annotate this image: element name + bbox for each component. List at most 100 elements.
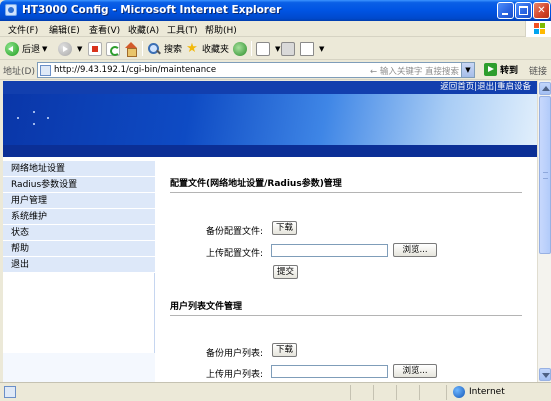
- userlist-section-title: 用户列表文件管理: [170, 302, 243, 312]
- backup-config-label: 备份配置文件:: [205, 227, 263, 237]
- back-button[interactable]: 后退 ▼: [5, 40, 47, 57]
- back-label: 后退: [22, 45, 41, 55]
- home-link[interactable]: 返回首页: [440, 81, 474, 94]
- globe-icon: [453, 386, 465, 398]
- menu-edit[interactable]: 编辑(E): [49, 23, 80, 36]
- minimize-button[interactable]: [497, 2, 514, 19]
- refresh-button[interactable]: [106, 40, 123, 57]
- status-pane: [419, 385, 420, 400]
- stop-button[interactable]: [88, 40, 105, 57]
- browse-config-button[interactable]: 浏览...: [393, 243, 437, 257]
- ie-app-icon: [5, 4, 17, 16]
- nav-item-network[interactable]: 网络地址设置: [3, 161, 155, 177]
- address-dropdown-button[interactable]: ▼: [461, 63, 474, 77]
- zone-label: Internet: [469, 387, 505, 397]
- banner-strip: [3, 145, 537, 157]
- menu-file[interactable]: 文件(F): [8, 23, 38, 36]
- submit-config-button[interactable]: 提交: [273, 265, 299, 279]
- home-icon: [124, 41, 138, 57]
- scrollbar-thumb[interactable]: [539, 96, 551, 254]
- media-icon: [233, 41, 247, 56]
- upload-userlist-label: 上传用户列表:: [205, 370, 263, 380]
- nav-item-exit[interactable]: 退出: [3, 257, 155, 273]
- refresh-icon: [106, 41, 120, 56]
- home-button[interactable]: [124, 40, 141, 57]
- banner-decoration: [33, 123, 35, 125]
- nav-item-maintenance[interactable]: 系统维护: [3, 209, 155, 225]
- download-config-button[interactable]: 下载: [272, 221, 298, 235]
- edit-icon: [300, 41, 314, 56]
- userlist-file-input[interactable]: [271, 365, 388, 378]
- logout-link[interactable]: 退出: [477, 81, 494, 94]
- status-pane: [396, 385, 397, 400]
- chevron-down-icon: ▼: [275, 44, 281, 53]
- banner-decoration: [33, 111, 35, 113]
- minimize-icon: [502, 13, 508, 15]
- address-input[interactable]: http://9.43.192.1/cgi-bin/maintenance ← …: [37, 62, 475, 78]
- toolbar: 后退 ▼ ▼ 搜索 ★ 收藏夹 ▼ ▼: [0, 37, 551, 60]
- chevron-down-icon: ▼: [319, 44, 325, 53]
- top-links: 返回首页 | 退出 | 重启设备: [3, 81, 537, 94]
- star-icon: ★: [186, 40, 198, 56]
- banner-decoration: [47, 117, 49, 119]
- go-button[interactable]: 转到: [484, 63, 518, 76]
- chevron-down-icon: ▼: [42, 44, 48, 53]
- close-button[interactable]: ✕: [533, 2, 550, 19]
- favorites-button[interactable]: ★ 收藏夹: [185, 40, 229, 57]
- status-pane: [373, 385, 374, 400]
- nav-item-help[interactable]: 帮助: [3, 241, 155, 257]
- menu-help[interactable]: 帮助(H): [205, 23, 237, 36]
- page-banner: 返回首页 | 退出 | 重启设备: [3, 81, 537, 157]
- close-icon: ✕: [537, 5, 546, 16]
- upload-config-label: 上传配置文件:: [205, 249, 263, 259]
- page-viewport: 返回首页 | 退出 | 重启设备 网络地址设置 Radius参数设置 用户管理 …: [3, 81, 537, 382]
- forward-arrow-icon: [58, 41, 72, 56]
- menu-tools[interactable]: 工具(T): [167, 23, 198, 36]
- edit-button[interactable]: ▼: [300, 40, 324, 57]
- window-title: HT3000 Config - Microsoft Internet Explo…: [22, 4, 282, 16]
- toolbar-separator: [142, 41, 143, 56]
- mail-icon: [256, 41, 270, 56]
- backup-userlist-label: 备份用户列表:: [205, 349, 263, 359]
- menu-favorites[interactable]: 收藏(A): [128, 23, 159, 36]
- download-userlist-button[interactable]: 下载: [272, 343, 298, 357]
- stop-icon: [88, 41, 102, 56]
- address-bar: 地址(D) http://9.43.192.1/cgi-bin/maintena…: [0, 60, 551, 80]
- menu-view[interactable]: 查看(V): [89, 23, 120, 36]
- address-url[interactable]: http://9.43.192.1/cgi-bin/maintenance: [54, 65, 216, 75]
- address-search-hint: ← 输入关键字 直接搜索: [370, 67, 460, 77]
- forward-button[interactable]: ▼: [58, 40, 82, 57]
- media-button[interactable]: [233, 40, 250, 57]
- scroll-up-button[interactable]: [539, 82, 551, 95]
- status-bar: Internet: [0, 382, 551, 401]
- print-icon: [281, 41, 295, 56]
- security-zone: Internet: [453, 386, 505, 398]
- menu-bar: 文件(F) 编辑(E) 查看(V) 收藏(A) 工具(T) 帮助(H): [0, 21, 551, 37]
- title-bar: HT3000 Config - Microsoft Internet Explo…: [0, 0, 551, 21]
- maximize-button[interactable]: [515, 2, 532, 19]
- left-nav: 网络地址设置 Radius参数设置 用户管理 系统维护 状态 帮助 退出: [3, 161, 155, 382]
- links-button[interactable]: 链接: [529, 64, 547, 77]
- search-label: 搜索: [164, 45, 183, 55]
- print-button[interactable]: [281, 40, 298, 57]
- nav-item-users[interactable]: 用户管理: [3, 193, 155, 209]
- scroll-down-button[interactable]: [539, 368, 551, 381]
- windows-logo-icon: [525, 21, 551, 37]
- status-pane: [350, 385, 351, 400]
- browse-userlist-button[interactable]: 浏览...: [393, 364, 437, 378]
- go-arrow-icon: [484, 63, 497, 76]
- page-status-icon: [4, 386, 16, 398]
- status-pane: [446, 385, 447, 400]
- nav-item-status[interactable]: 状态: [3, 225, 155, 241]
- nav-item-radius[interactable]: Radius参数设置: [3, 177, 155, 193]
- search-button[interactable]: 搜索: [147, 40, 182, 57]
- vertical-scrollbar[interactable]: [537, 81, 551, 382]
- restart-link[interactable]: 重启设备: [497, 81, 531, 94]
- page-icon: [40, 65, 51, 76]
- main-content: 配置文件(网络地址设置/Radius参数)管理 备份配置文件: 下载 上传配置文…: [155, 161, 537, 382]
- config-section-title: 配置文件(网络地址设置/Radius参数)管理: [170, 179, 342, 189]
- mail-button[interactable]: ▼: [256, 40, 280, 57]
- section-divider: [170, 192, 522, 193]
- config-file-input[interactable]: [271, 244, 388, 257]
- section-divider: [170, 315, 522, 316]
